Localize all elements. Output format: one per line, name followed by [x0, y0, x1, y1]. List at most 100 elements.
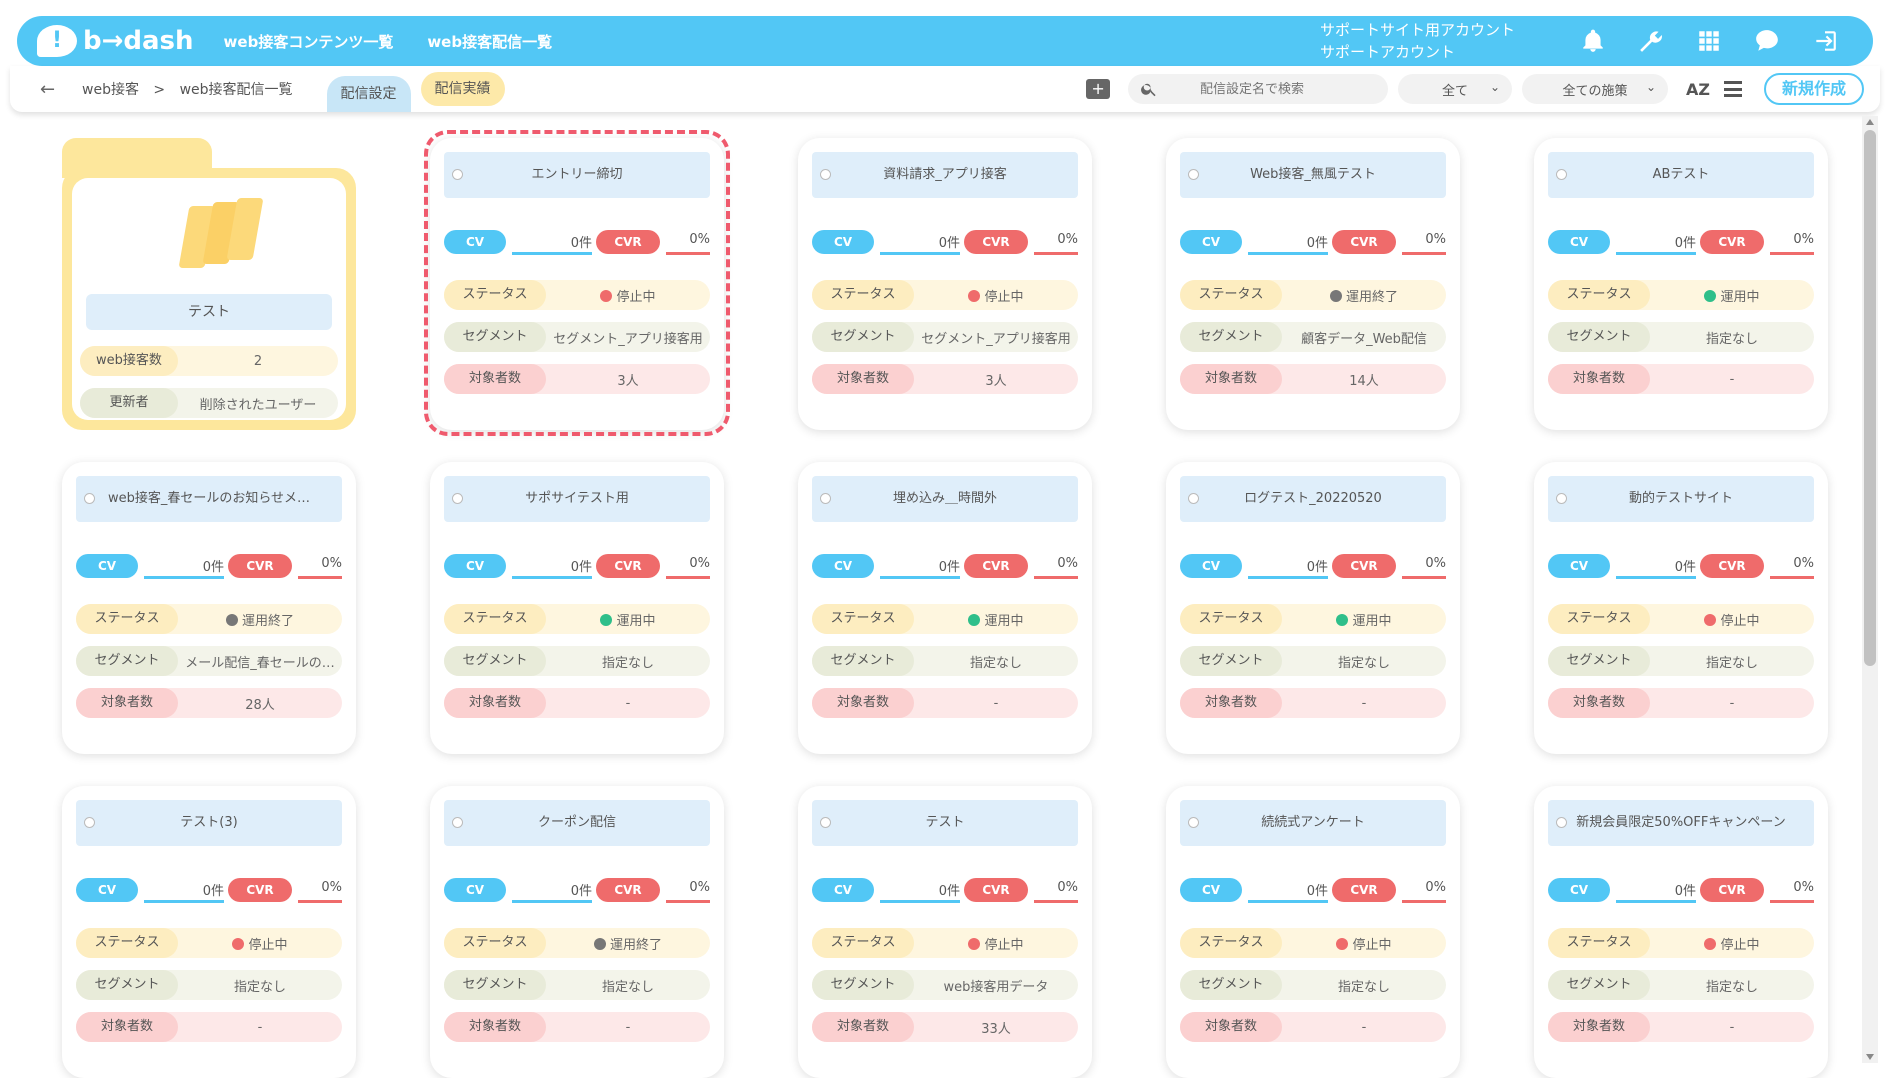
sort-az-icon[interactable]: AZ: [1686, 80, 1710, 99]
delivery-card[interactable]: サポサイテスト用 CV 0件 CVR 0% ステータス 運用中 セグメント 指定なし 対象者数 -: [430, 462, 724, 754]
cv-underline: [880, 576, 960, 579]
card-type-icon: [820, 493, 831, 504]
card-title[interactable]: サポサイテスト用: [444, 476, 710, 522]
wrench-icon[interactable]: [1637, 27, 1665, 55]
measure-filter-select[interactable]: 全ての施策 ⌄: [1522, 74, 1669, 104]
card-title[interactable]: 埋め込み＿時間外: [812, 476, 1078, 522]
delivery-card[interactable]: ログテスト_20220520 CV 0件 CVR 0% ステータス 運用中 セグメント 指定なし…: [1166, 462, 1460, 754]
bell-icon[interactable]: [1579, 27, 1607, 55]
card-title[interactable]: ABテスト: [1548, 152, 1814, 198]
delivery-card[interactable]: 埋め込み＿時間外 CV 0件 CVR 0% ステータス 運用中 セグメント 指定なし 対象者数 -: [798, 462, 1092, 754]
target-label: 対象者数: [1548, 1012, 1650, 1042]
cvr-underline: [1034, 900, 1078, 903]
status-end-icon: [225, 613, 238, 626]
status-run-icon: [1336, 613, 1349, 626]
tab-delivery-results[interactable]: 配信実績: [420, 72, 505, 106]
cv-underline: [1616, 252, 1696, 255]
delivery-card[interactable]: 資料請求_アプリ接客 CV 0件 CVR 0% ステータス 停止中 セグメント セグメント_アプ…: [798, 138, 1092, 430]
card-title[interactable]: Web接客_無風テスト: [1180, 152, 1446, 198]
cv-underline: [1248, 900, 1328, 903]
cv-badge: CV: [76, 554, 138, 578]
delivery-card[interactable]: 動的テストサイト CV 0件 CVR 0% ステータス 停止中 セグメント 指定なし 対象者数 -: [1534, 462, 1828, 754]
card-metrics: CV 0件 CVR 0%: [76, 878, 342, 903]
card-row-status: ステータス 停止中: [812, 928, 1078, 958]
status-text: 運用中: [616, 613, 656, 629]
delivery-card[interactable]: テスト(3) CV 0件 CVR 0% ステータス 停止中 セグメント 指定なし 対象者数 -: [62, 786, 356, 1078]
delivery-card[interactable]: 続続式アンケート CV 0件 CVR 0% ステータス 停止中 セグメント 指定なし 対象者数 -: [1166, 786, 1460, 1078]
search-input[interactable]: [1200, 81, 1381, 97]
status-filter-select[interactable]: 全て ⌄: [1398, 74, 1513, 104]
support-chat-icon[interactable]: [1753, 27, 1781, 55]
status-text: 停止中: [248, 937, 288, 953]
folder-row-label: web接客数: [80, 346, 178, 376]
card-row-segment: セグメント 指定なし: [444, 970, 710, 1000]
back-arrow-icon[interactable]: ←: [40, 79, 60, 100]
card-title[interactable]: 動的テストサイト: [1548, 476, 1814, 522]
scroll-down-icon[interactable]: [1866, 1054, 1874, 1060]
segment-value: 顧客データ_Web配信: [1301, 331, 1427, 347]
status-label: ステータス: [1548, 280, 1650, 310]
delivery-card[interactable]: 新規会員限定50%OFFキャンペーン CV 0件 CVR 0% ステータス 停止中 セグメント…: [1534, 786, 1828, 1078]
breadcrumb-root[interactable]: web接客: [82, 82, 139, 98]
card-title-text: 埋め込み＿時間外: [892, 491, 997, 506]
segment-label: セグメント: [1180, 322, 1282, 352]
delivery-card[interactable]: ABテスト CV 0件 CVR 0% ステータス 運用中 セグメント 指定なし 対象者数 -: [1534, 138, 1828, 430]
target-value: -: [1729, 695, 1735, 711]
vertical-scrollbar[interactable]: [1862, 116, 1878, 1063]
card-title[interactable]: クーポン配信: [444, 800, 710, 846]
cvr-underline: [298, 576, 342, 579]
nav-web-content-list[interactable]: web接客コンテンツ一覧: [224, 31, 394, 52]
cvr-badge: CVR: [596, 554, 660, 578]
new-create-button[interactable]: 新規作成: [1764, 73, 1864, 105]
scroll-up-icon[interactable]: [1866, 119, 1874, 125]
cv-underline: [144, 900, 224, 903]
delivery-card[interactable]: テスト CV 0件 CVR 0% ステータス 停止中 セグメント web接客用データ 対象者数 33…: [798, 786, 1092, 1078]
logout-icon[interactable]: [1811, 27, 1839, 55]
cvr-badge: CVR: [228, 554, 292, 578]
card-title-text: 動的テストサイト: [1628, 491, 1733, 506]
cvr-value: 0%: [1057, 880, 1078, 895]
add-folder-icon[interactable]: +: [1086, 79, 1111, 99]
card-title[interactable]: 資料請求_アプリ接客: [812, 152, 1078, 198]
cvr-badge: CVR: [1332, 554, 1396, 578]
account-info[interactable]: サポートサイト用アカウント サポートアカウント: [1320, 19, 1515, 63]
bdash-logo[interactable]: ! b→dash: [37, 25, 194, 57]
card-row-status: ステータス 停止中: [1548, 928, 1814, 958]
card-type-icon: [1556, 169, 1567, 180]
card-title[interactable]: 続続式アンケート: [1180, 800, 1446, 846]
scroll-thumb[interactable]: [1864, 130, 1876, 666]
cv-badge: CV: [76, 878, 138, 902]
cv-underline: [880, 900, 960, 903]
status-stop-icon: [232, 937, 245, 950]
status-stop-icon: [1336, 937, 1349, 950]
list-view-icon[interactable]: [1724, 81, 1742, 97]
target-label: 対象者数: [444, 688, 546, 718]
cv-badge: CV: [444, 878, 506, 902]
cv-value: 0件: [1306, 560, 1328, 575]
card-title[interactable]: 新規会員限定50%OFFキャンペーン: [1548, 800, 1814, 846]
card-title[interactable]: テスト: [812, 800, 1078, 846]
delivery-card[interactable]: Web接客_無風テスト CV 0件 CVR 0% ステータス 運用終了 セグメント 顧客データ_…: [1166, 138, 1460, 430]
cv-badge: CV: [1180, 554, 1242, 578]
delivery-card[interactable]: クーポン配信 CV 0件 CVR 0% ステータス 運用終了 セグメント 指定なし 対象者数 -: [430, 786, 724, 1078]
segment-value: web接客用データ: [943, 979, 1049, 995]
cv-underline: [144, 576, 224, 579]
grid-menu-icon[interactable]: [1695, 27, 1723, 55]
card-row-segment: セグメント 指定なし: [76, 970, 342, 1000]
folder-card[interactable]: テスト web接客数 2 更新者 削除されたユーザー: [62, 138, 356, 430]
status-label: ステータス: [812, 604, 914, 634]
segment-value: 指定なし: [1337, 979, 1390, 995]
delivery-card[interactable]: web接客_春セールのお知らせメ… CV 0件 CVR 0% ステータス 運用終了 セグメント…: [62, 462, 356, 754]
card-title[interactable]: テスト(3): [76, 800, 342, 846]
measure-filter-value: 全ての施策: [1562, 83, 1628, 99]
card-title[interactable]: web接客_春セールのお知らせメ…: [76, 476, 342, 522]
tab-delivery-settings[interactable]: 配信設定: [326, 76, 411, 112]
segment-label: セグメント: [1548, 322, 1650, 352]
logo-bubble-icon: !: [37, 25, 77, 57]
card-row-segment: セグメント メール配信_春セールの…: [76, 646, 342, 676]
target-label: 対象者数: [76, 688, 178, 718]
status-text: 停止中: [984, 289, 1024, 305]
card-title[interactable]: ログテスト_20220520: [1180, 476, 1446, 522]
nav-web-delivery-list[interactable]: web接客配信一覧: [427, 31, 552, 52]
status-run-icon: [1704, 289, 1717, 302]
